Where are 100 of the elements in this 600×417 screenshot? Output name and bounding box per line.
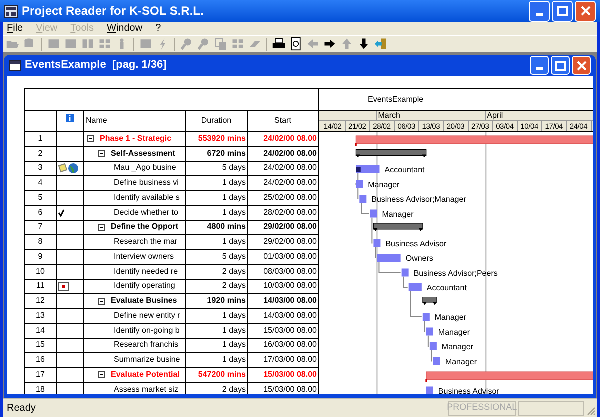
task-bar: [360, 195, 367, 203]
connector-line: [361, 202, 370, 214]
menu-item[interactable]: Window: [107, 22, 143, 36]
column-header: Duration: [186, 111, 248, 131]
info-icon: [66, 114, 74, 122]
collapse-toggle[interactable]: [87, 135, 94, 142]
start-date: 24/02/00 08.00: [264, 132, 317, 145]
minus-icon: [99, 151, 104, 156]
duration-value: 1 days: [222, 206, 246, 219]
task-bar: [402, 268, 409, 277]
task-bar: [426, 386, 434, 394]
window-title: Project Reader for K-SOL S.R.L.: [22, 3, 204, 20]
duration-value: 1 days: [222, 354, 246, 366]
collapse-toggle[interactable]: [98, 224, 105, 231]
connector-line: [378, 262, 402, 274]
task-bar: [433, 357, 440, 366]
minus-icon: [88, 136, 93, 142]
menu-item[interactable]: File: [7, 22, 24, 36]
close-button[interactable]: [575, 0, 596, 22]
app-icon: [4, 4, 18, 18]
column-header: Name: [84, 111, 186, 131]
panel-icon: [64, 37, 78, 51]
resource-label: Business Advisor: [386, 239, 447, 248]
connector-line: [428, 335, 430, 347]
duration-value: 6720 mins: [207, 148, 246, 160]
task-name: Assess market siz: [114, 384, 178, 394]
task-bar: [356, 166, 380, 174]
grid-icon: [230, 37, 244, 51]
task-bar: [422, 313, 430, 321]
duration-value: 1 days: [222, 177, 246, 190]
status-message: Ready: [6, 402, 37, 416]
duration-value: 547200 mins: [198, 368, 246, 381]
row-number: 1: [25, 132, 57, 146]
duration-value: 4800 mins: [207, 221, 246, 234]
start-date: 29/02/00 08.00: [264, 221, 317, 234]
row-number: 4: [25, 176, 57, 190]
row-number: 14: [25, 324, 57, 338]
resource-label: Manager: [442, 342, 474, 352]
close-button[interactable]: [572, 56, 591, 75]
status-panel: PROFESSIONAL: [448, 400, 516, 416]
task-name: Identify operating: [114, 280, 176, 292]
maximize-button[interactable]: [552, 0, 573, 22]
row-number: 17: [25, 368, 57, 382]
duration-value: 1 days: [222, 324, 246, 337]
task-bar: [374, 239, 381, 248]
task-name: Phase 1 - Strategic: [100, 132, 172, 145]
task-name: Evaluate Busines: [111, 295, 178, 308]
start-date: 10/03/00 08.00: [264, 280, 317, 292]
collapse-toggle[interactable]: [98, 150, 105, 158]
task-name: Identify on-going b: [114, 324, 180, 337]
task-name: Research the mar: [114, 236, 178, 248]
globe-icon: [68, 162, 79, 174]
note-icon: [58, 163, 68, 174]
task-name: Identify needed re: [114, 266, 178, 278]
start-date: 14/03/00 08.00: [264, 310, 317, 322]
minimize-button[interactable]: [530, 56, 549, 75]
row-number: 3: [25, 162, 57, 176]
resource-label: Manager: [382, 210, 414, 219]
task-bar: [408, 284, 422, 292]
collapse-toggle[interactable]: [98, 298, 105, 305]
summary-bar: [373, 223, 424, 232]
task-name: Evaluate Potential: [111, 368, 180, 381]
resource-label: Business Advisor;Peers: [414, 268, 498, 278]
connector-line: [358, 188, 360, 200]
row-number: 6: [25, 206, 57, 220]
summary-bar: [356, 150, 427, 158]
connector-line: [403, 276, 408, 288]
start-date: 16/03/00 08.00: [264, 339, 317, 352]
task-name: Summarize busine: [114, 354, 180, 366]
left-arrow-icon: [306, 37, 320, 51]
grid-icon: [98, 37, 112, 51]
menu-item[interactable]: ?: [156, 22, 162, 36]
start-date: 15/03/00 08.00: [264, 324, 317, 337]
magnifier-icon: [196, 37, 210, 51]
resize-grip-icon[interactable]: [586, 406, 596, 416]
duration-value: 1920 mins: [207, 295, 246, 308]
task-bar: [426, 328, 434, 336]
start-date: 29/02/00 08.00: [264, 236, 317, 248]
start-date: 15/03/00 08.00: [264, 384, 317, 394]
duration-value: 5 days: [222, 162, 246, 174]
duration-value: 2 days: [222, 384, 246, 394]
duration-value: 2 days: [222, 280, 246, 292]
minimize-button[interactable]: [529, 0, 550, 22]
row-number: 8: [25, 235, 57, 249]
duration-value: 1 days: [222, 339, 246, 352]
panel-icon: [138, 37, 152, 51]
exit-door-icon: [374, 37, 388, 51]
connector-line: [410, 291, 422, 318]
connector-line: [354, 173, 359, 185]
start-date: 01/03/00 08.00: [264, 250, 317, 263]
start-date: 24/02/00 08.00: [264, 148, 317, 160]
connector-line: [372, 217, 374, 244]
task-name: Interview owners: [114, 250, 174, 263]
resource-label: Business Advisor;Manager: [372, 195, 466, 204]
minimize-icon: [536, 12, 543, 16]
document-title: EventsExample [pag. 1/36]: [25, 58, 167, 74]
collapse-toggle[interactable]: [98, 371, 105, 378]
duration-value: 2 days: [222, 266, 246, 278]
maximize-button[interactable]: [551, 56, 570, 75]
row-number: 13: [25, 309, 57, 323]
